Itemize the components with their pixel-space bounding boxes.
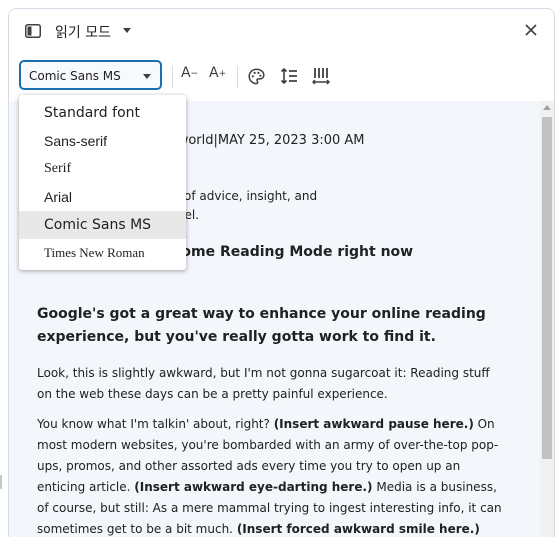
font-select[interactable]: Comic Sans MS xyxy=(19,60,162,90)
increase-font-suffix: + xyxy=(218,69,227,79)
reading-mode-panel: 읽기 모드 Comic Sans MS A− A+ ting Editor, C… xyxy=(8,8,555,537)
paragraph-bold-text: (Insert awkward pause here.) xyxy=(273,417,474,431)
chevron-down-icon[interactable] xyxy=(123,28,131,33)
resize-handle[interactable] xyxy=(0,475,2,489)
article-paragraph: Look, this is slightly awkward, but I'm … xyxy=(37,366,490,401)
increase-font-label: A xyxy=(209,65,219,81)
article-subheadline: Google's got a great way to enhance your… xyxy=(37,306,486,345)
panel-header: 읽기 모드 xyxy=(9,9,554,53)
font-option-serif[interactable]: Serif xyxy=(19,155,186,183)
palette-icon[interactable] xyxy=(248,68,265,85)
decrease-font-suffix: − xyxy=(190,69,199,79)
sidebar-icon xyxy=(25,24,41,38)
scrollbar[interactable] xyxy=(540,101,554,537)
line-spacing-icon[interactable] xyxy=(280,67,298,85)
font-option-times-new-roman[interactable]: Times New Roman xyxy=(19,239,186,267)
close-icon[interactable] xyxy=(524,23,538,37)
font-option-standard[interactable]: Standard font xyxy=(19,99,186,127)
dropdown-arrow-icon xyxy=(143,74,151,79)
decrease-font-size-button[interactable]: A− xyxy=(181,65,198,87)
paragraph-bold-text: (Insert awkward eye-darting here.) xyxy=(134,480,373,494)
font-select-value: Comic Sans MS xyxy=(29,69,121,83)
toolbar-divider xyxy=(237,66,238,88)
scrollbar-thumb[interactable] xyxy=(542,117,552,459)
paragraph-bold-text: (Insert forced awkward smile here.) xyxy=(236,522,480,536)
panel-title: 읽기 모드 xyxy=(55,25,111,41)
toolbar-divider xyxy=(172,66,173,88)
letter-spacing-icon[interactable] xyxy=(312,67,330,85)
font-option-arial[interactable]: Arial xyxy=(19,183,186,211)
decrease-font-label: A xyxy=(181,65,191,81)
article-paragraph: You know what I'm talkin' about, right? … xyxy=(37,414,507,537)
scroll-up-icon[interactable] xyxy=(543,105,551,110)
paragraph-text: You know what I'm talkin' about, right? xyxy=(37,417,274,431)
font-option-sans-serif[interactable]: Sans-serif xyxy=(19,127,186,155)
font-dropdown-menu: Standard font Sans-serif Serif Arial Com… xyxy=(19,95,186,270)
font-option-comic-sans[interactable]: Comic Sans MS xyxy=(19,211,186,239)
increase-font-size-button[interactable]: A+ xyxy=(209,65,226,87)
